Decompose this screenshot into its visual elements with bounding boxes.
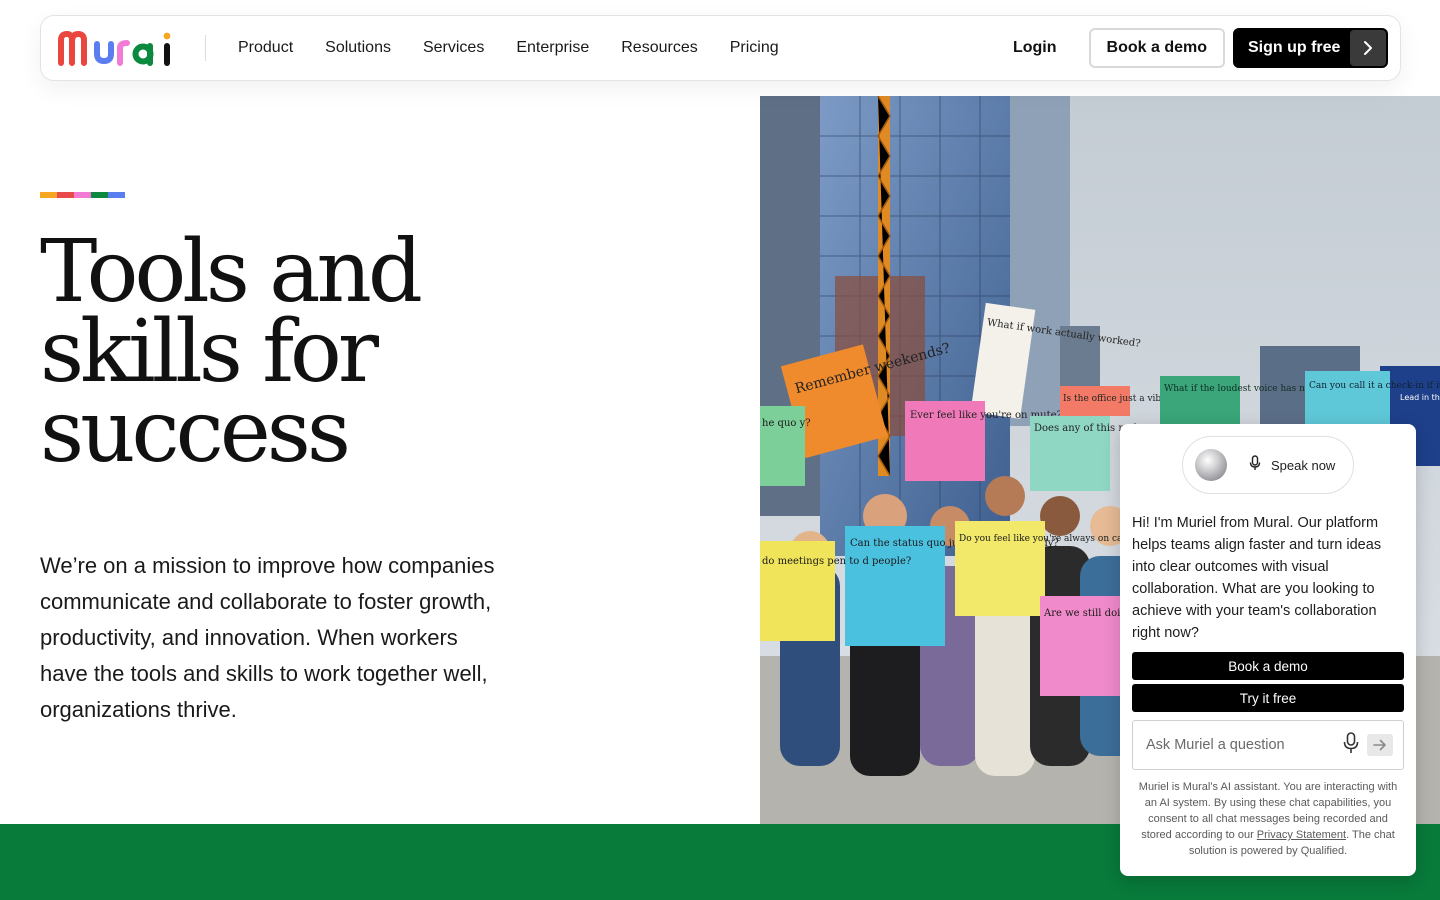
mural-logo[interactable] — [57, 30, 175, 66]
top-navigation: Product Solutions Services Enterprise Re… — [40, 15, 1401, 81]
nav-link-services[interactable]: Services — [407, 39, 500, 57]
color-bar-pink — [74, 192, 91, 198]
hero-title-line-1: Tools and — [40, 222, 423, 322]
brand-color-bars — [40, 192, 125, 198]
nav-link-pricing[interactable]: Pricing — [714, 39, 795, 57]
color-bar-green — [91, 192, 108, 198]
nav-divider — [205, 35, 206, 61]
nav-links: Product Solutions Services Enterprise Re… — [222, 39, 795, 57]
book-demo-button[interactable]: Book a demo — [1088, 28, 1225, 68]
send-arrow-icon[interactable] — [1367, 734, 1393, 756]
nav-link-solutions[interactable]: Solutions — [309, 39, 407, 57]
ask-question-box — [1132, 720, 1404, 770]
privacy-statement-link[interactable]: Privacy Statement — [1257, 829, 1346, 841]
hero-description: We’re on a mission to improve how compan… — [40, 553, 495, 722]
chat-book-demo-button[interactable]: Book a demo — [1132, 652, 1404, 680]
mural-logo-mark — [58, 30, 171, 66]
microphone-icon — [1249, 454, 1261, 476]
ai-disclaimer: Muriel is Mural’s AI assistant. You are … — [1132, 779, 1404, 859]
color-bar-red — [57, 192, 74, 198]
speak-now-label: Speak now — [1271, 457, 1336, 473]
chevron-right-icon — [1350, 30, 1386, 66]
billboard-text: Lead in the — [1400, 393, 1440, 402]
sign-up-free-label: Sign up free — [1248, 39, 1341, 56]
login-link[interactable]: Login — [1013, 39, 1057, 57]
sign-meetings-text: do meetings pen to d people? — [762, 556, 911, 567]
assistant-message: Hi! I'm Muriel from Mural. Our platform … — [1132, 515, 1382, 641]
sign-up-free-button[interactable]: Sign up free — [1233, 28, 1388, 68]
nav-link-enterprise[interactable]: Enterprise — [500, 39, 605, 57]
color-bar-blue — [108, 192, 125, 198]
nav-link-resources[interactable]: Resources — [605, 39, 713, 57]
sign-can-you-call-text: Can you call it a check-in if it lasts — [1309, 381, 1440, 391]
speak-now-button[interactable]: Speak now — [1182, 436, 1354, 494]
color-bar-orange — [40, 192, 57, 198]
ask-question-input[interactable] — [1146, 737, 1343, 753]
nav-link-product[interactable]: Product — [222, 39, 309, 57]
assistant-orb-icon — [1195, 449, 1227, 481]
hero-title-line-2: skills for — [40, 302, 379, 402]
sign-status-quo-left-text: he quo y? — [762, 418, 811, 429]
muriel-chat-widget: Speak now Hi! I'm Muriel from Mural. Our… — [1120, 424, 1416, 876]
hero-title: Tools and skills for success — [40, 222, 560, 482]
sign-always-on-calls-text: Do you feel like you're always on call(s… — [959, 533, 1145, 544]
chat-try-free-button[interactable]: Try it free — [1132, 684, 1404, 712]
hero-title-line-3: success — [40, 382, 351, 482]
voice-input-icon[interactable] — [1343, 731, 1359, 759]
sign-is-the-office-text: Is the office just a vibe? — [1063, 394, 1172, 404]
